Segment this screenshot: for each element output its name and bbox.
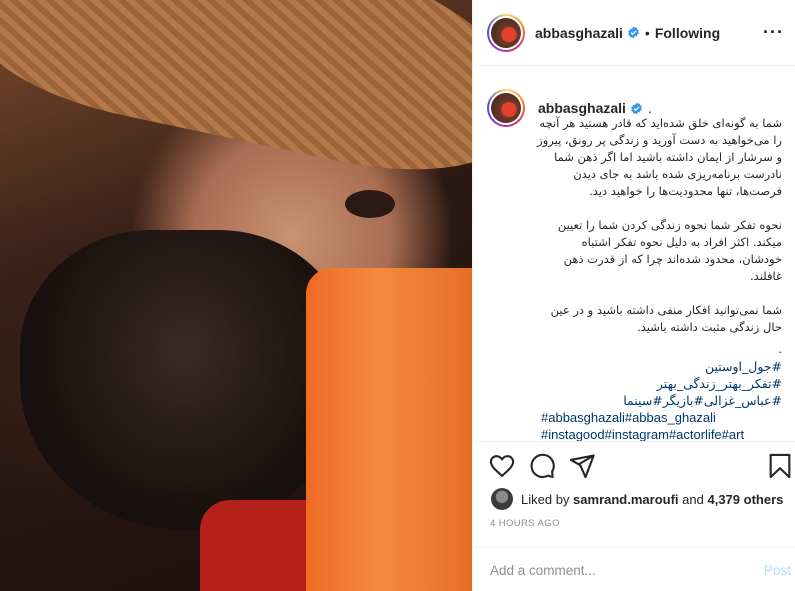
hashtag-link[interactable]: #تفکر_بهتر_زندگی_بهتر (535, 375, 782, 392)
comment-box: Add a comment... Post (473, 547, 795, 591)
caption-paragraph: شما به گونه‌ای خلق شده‌اید که قادر هستید… (537, 116, 782, 198)
share-icon[interactable] (568, 452, 596, 480)
likes-count[interactable]: 4,379 others (707, 492, 783, 507)
hashtag-link[interactable]: #عباس_غزالی#بازیگر#سینما (535, 392, 782, 409)
post-side-panel: abbasghazali • Following ··· abbasghazal… (472, 0, 795, 591)
hashtag-link[interactable]: #جول_اوستین (535, 358, 782, 375)
likes-prefix: Liked by (521, 491, 570, 507)
caption-text: شما به گونه‌ای خلق شده‌اید که قادر هستید… (487, 115, 782, 358)
caption-username[interactable]: abbasghazali (538, 100, 626, 116)
heart-icon[interactable] (488, 452, 516, 480)
hashtags-english: #abbasghazali#abbas_ghazali #instagood#i… (487, 409, 782, 441)
liker-avatar[interactable] (491, 488, 513, 510)
caption-trailing-dot: . (647, 100, 652, 116)
caption-area: abbasghazali . شما به گونه‌ای خلق شده‌ای… (473, 67, 795, 441)
comment-input[interactable]: Add a comment... (490, 563, 596, 578)
caption-dot-line: . (778, 342, 782, 356)
comment-icon[interactable] (528, 452, 556, 480)
author-avatar[interactable] (487, 13, 525, 52)
verified-badge-icon (631, 102, 642, 114)
post-comment-button[interactable]: Post (764, 563, 791, 578)
bookmark-icon[interactable] (766, 452, 794, 480)
verified-badge-icon (628, 26, 639, 39)
liker-username[interactable]: samrand.maroufi (573, 492, 678, 507)
photo-eye (345, 190, 395, 218)
header-separator: • (644, 24, 650, 41)
caption-avatar[interactable] (487, 89, 525, 127)
caption-paragraph: شما نمی‌توانید افکار منفی داشته باشید و … (550, 303, 782, 334)
hashtag-link[interactable]: #abbasghazali#abbas_ghazali (541, 409, 782, 426)
post-photo[interactable] (0, 0, 472, 591)
author-username[interactable]: abbasghazali (535, 25, 623, 41)
action-bar (473, 441, 795, 491)
likes-and: and (682, 491, 704, 507)
post-timestamp[interactable]: 4 HOURS AGO (490, 518, 560, 529)
more-options-icon[interactable]: ··· (763, 22, 784, 43)
photo-beard (20, 230, 350, 530)
hashtags-persian: #جول_اوستین #تفکر_بهتر_زندگی_بهتر #عباس_… (487, 358, 782, 409)
likes-summary: Liked by samrand.maroufi and 4,379 other… (473, 486, 795, 512)
post-header: abbasghazali • Following ··· (473, 0, 795, 66)
caption-paragraph: نحوه تفکر شما نحوه زندگی کردن شما را تعی… (557, 218, 782, 283)
photo-orange-phone (306, 268, 472, 591)
hashtag-link[interactable]: #instagood#instagram#actorlife#art (541, 426, 782, 441)
following-button[interactable]: Following (655, 25, 720, 41)
